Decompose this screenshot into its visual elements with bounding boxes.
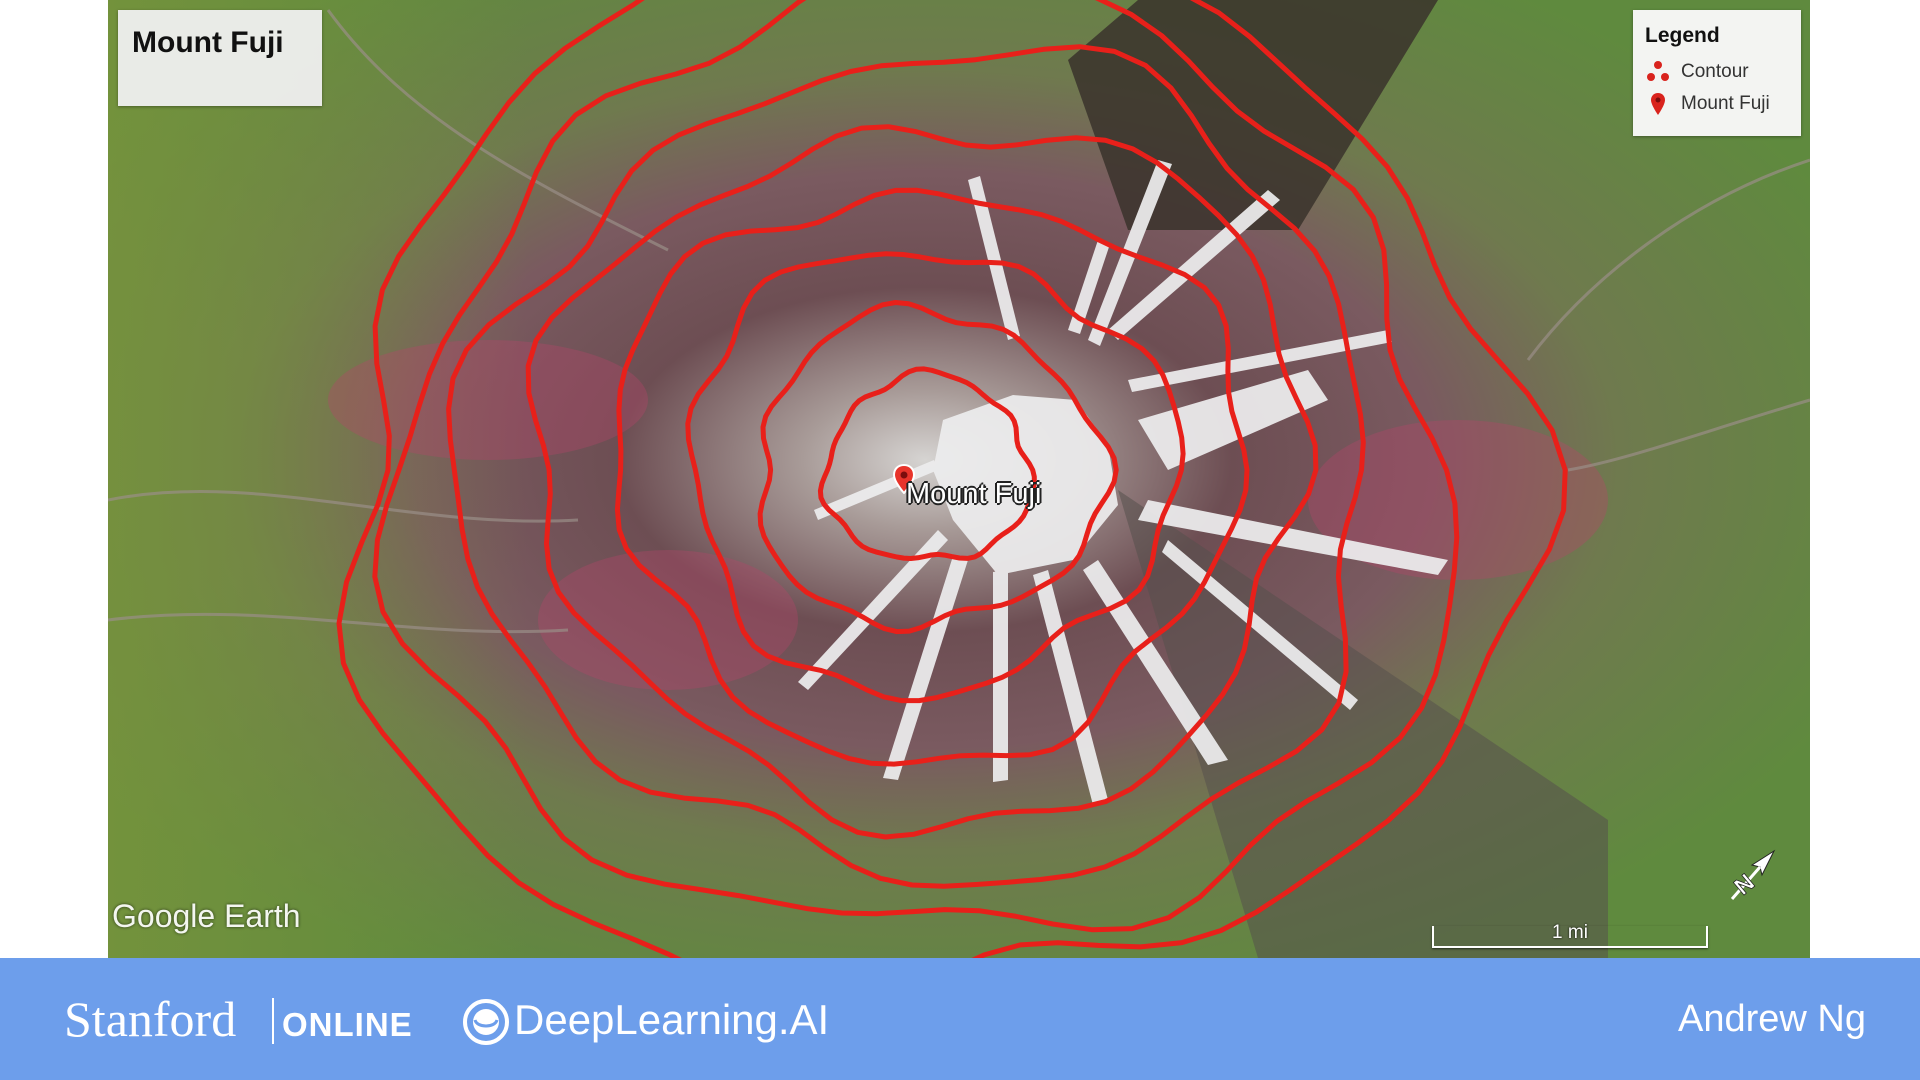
contour-icon bbox=[1647, 61, 1669, 81]
contour-line-2 bbox=[757, 300, 1119, 635]
compass-icon[interactable]: N bbox=[1718, 845, 1782, 914]
legend-title: Legend bbox=[1645, 24, 1720, 47]
google-earth-watermark: Google Earth bbox=[112, 898, 301, 934]
map-pin-icon bbox=[1651, 93, 1665, 115]
deeplearning-ai-text: DeepLearning.AI bbox=[514, 996, 830, 1043]
deeplearning-logo-icon bbox=[462, 998, 510, 1051]
footer-bar: Stanford ONLINE DeepLearning.AI Andrew N… bbox=[0, 958, 1920, 1080]
logo-divider bbox=[272, 998, 274, 1044]
legend-item-contour: Contour bbox=[1645, 56, 1789, 88]
scale-label: 1 mi bbox=[1552, 922, 1588, 943]
legend-label-contour: Contour bbox=[1681, 61, 1749, 82]
map-title-box: Mount Fuji bbox=[118, 10, 322, 106]
satellite-map[interactable]: Mount Fuji Mount Fuji Legend Contour Mou… bbox=[108, 0, 1810, 958]
legend-item-mount-fuji: Mount Fuji bbox=[1645, 88, 1789, 120]
contour-line-1 bbox=[817, 366, 1037, 561]
peak-label: Mount Fuji bbox=[906, 478, 1042, 510]
contour-line-7 bbox=[372, 0, 1460, 933]
slide-area: Mount Fuji Mount Fuji Legend Contour Mou… bbox=[0, 0, 1920, 958]
legend-label-mount-fuji: Mount Fuji bbox=[1681, 93, 1770, 114]
map-title: Mount Fuji bbox=[132, 26, 284, 59]
scale-bar: 1 mi bbox=[1432, 920, 1708, 948]
map-legend: Legend Contour Mount Fuji bbox=[1633, 10, 1801, 136]
presenter-name: Andrew Ng bbox=[1678, 998, 1866, 1040]
online-label: ONLINE bbox=[282, 1006, 413, 1043]
stanford-logo-text: Stanford bbox=[64, 991, 237, 1047]
